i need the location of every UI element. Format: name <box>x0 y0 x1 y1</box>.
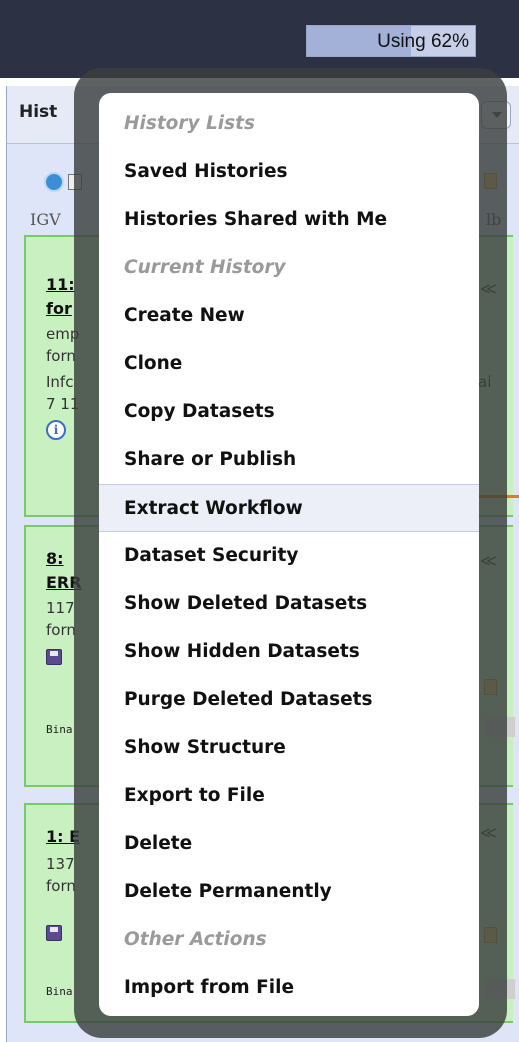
menu-header-other-actions: Other Actions <box>124 929 267 950</box>
menu-item-copy-datasets[interactable]: Copy Datasets <box>99 388 479 436</box>
info-icon[interactable]: i <box>46 420 66 440</box>
menu-item-delete[interactable]: Delete <box>99 820 479 868</box>
menu-item-show-deleted-datasets[interactable]: Show Deleted Datasets <box>99 580 479 628</box>
menu-item-import-from-file[interactable]: Import from File <box>99 964 479 1012</box>
menu-item-dataset-security[interactable]: Dataset Security <box>99 532 479 580</box>
menu-item-create-new[interactable]: Create New <box>99 292 479 340</box>
dataset-peek-label: Bina <box>46 985 73 998</box>
menu-item-extract-workflow[interactable]: Extract Workflow <box>99 484 479 532</box>
history-panel-title: Hist <box>19 102 58 122</box>
menu-item-saved-histories[interactable]: Saved Histories <box>99 148 479 196</box>
dataset-info: 137 <box>46 855 75 873</box>
dataset-format: forn <box>46 347 76 365</box>
menu-item-histories-shared-with-me[interactable]: Histories Shared with Me <box>99 196 479 244</box>
igv-label[interactable]: IGV <box>30 210 61 229</box>
menu-item-delete-permanently[interactable]: Delete Permanently <box>99 868 479 916</box>
menu-header-current-history: Current History <box>124 257 286 278</box>
dataset-title[interactable]: 8: <box>46 549 64 568</box>
quota-meter: Using 62% <box>306 25 476 57</box>
dataset-info-line: Infc <box>46 373 74 391</box>
menu-item-show-hidden-datasets[interactable]: Show Hidden Datasets <box>99 628 479 676</box>
quota-meter-label: Using 62% <box>377 31 469 52</box>
menu-item-share-or-publish[interactable]: Share or Publish <box>99 436 479 484</box>
menu-item-show-structure[interactable]: Show Structure <box>99 724 479 772</box>
masthead: Using 62% <box>0 0 519 78</box>
history-options-menu: History Lists Saved Histories Histories Sh… <box>99 93 479 1016</box>
menu-header-history-lists: History Lists <box>124 113 256 134</box>
save-icon[interactable] <box>46 925 62 941</box>
dataset-peek-label: Bina <box>46 723 73 736</box>
menu-item-purge-deleted-datasets[interactable]: Purge Deleted Datasets <box>99 676 479 724</box>
dataset-title-line2[interactable]: for <box>46 299 72 318</box>
menu-item-clone[interactable]: Clone <box>99 340 479 388</box>
save-icon[interactable] <box>46 649 62 665</box>
refresh-icon[interactable] <box>44 172 64 192</box>
menu-item-export-to-file[interactable]: Export to File <box>99 772 479 820</box>
dataset-format: forn <box>46 621 76 639</box>
dataset-info: 117 <box>46 599 75 617</box>
dataset-title[interactable]: 11: <box>46 275 75 294</box>
dataset-format: forn <box>46 877 76 895</box>
